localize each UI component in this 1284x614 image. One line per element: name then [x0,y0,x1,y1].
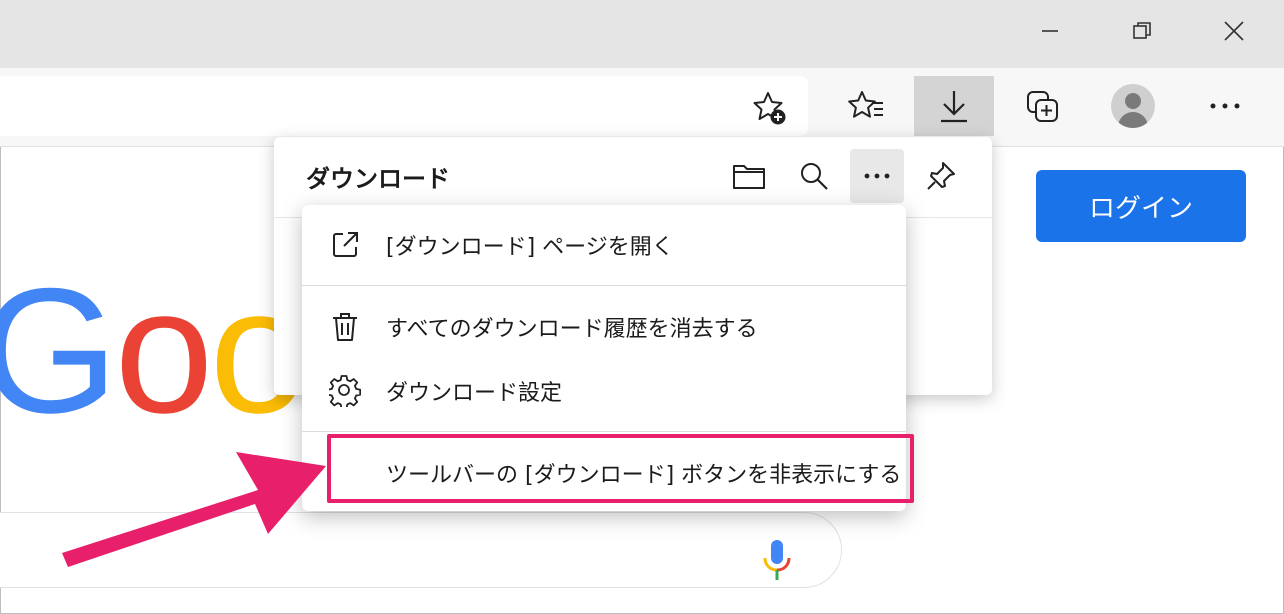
trash-icon [328,310,362,344]
title-bar [0,0,1284,68]
microphone-icon [763,540,791,580]
downloads-button[interactable] [914,76,994,136]
browser-toolbar [0,68,1284,147]
gear-icon [328,374,362,408]
downloads-panel-title: ダウンロード [306,165,450,193]
pin-button[interactable] [914,149,968,203]
minimize-icon [1042,30,1058,32]
more-icon [864,173,890,179]
open-folder-button[interactable] [722,149,776,203]
add-favorite-button[interactable] [748,88,792,128]
highlight-box [327,434,914,503]
google-logo: Goo [0,251,308,450]
menu-separator [302,431,906,432]
menu-item-label: すべてのダウンロード履歴を消去する [386,317,758,342]
voice-search-button[interactable] [760,538,794,586]
add-favorite-icon [753,92,786,125]
favorites-button[interactable] [827,76,907,136]
search-downloads-button[interactable] [787,149,841,203]
folder-icon [733,165,765,189]
menu-item-clear-history[interactable]: すべてのダウンロード履歴を消去する [302,297,906,357]
menu-item-open-downloads-page[interactable]: [ダウンロード] ページを開く [302,215,906,275]
favorites-icon [848,91,883,118]
open-external-icon [328,228,362,262]
menu-separator [302,285,906,286]
restore-icon [1133,22,1151,39]
more-icon [1210,103,1240,109]
restore-button[interactable] [1119,8,1165,54]
google-search-box[interactable] [0,512,842,588]
menu-item-label: ダウンロード設定 [386,381,563,406]
search-icon [801,163,828,190]
minimize-button[interactable] [1027,8,1073,54]
downloads-more-button[interactable] [850,149,904,203]
menu-item-download-settings[interactable]: ダウンロード設定 [302,361,906,421]
collections-button[interactable] [1003,76,1083,136]
close-button[interactable] [1211,8,1257,54]
profile-icon [1111,84,1155,128]
collections-icon [1027,91,1058,122]
address-bar[interactable] [0,76,808,136]
login-button[interactable]: ログイン [1036,170,1246,242]
close-icon [1224,21,1244,41]
menu-item-label: [ダウンロード] ページを開く [386,235,674,260]
pin-icon [927,162,955,190]
profile-button[interactable] [1093,76,1173,136]
more-button[interactable] [1185,76,1265,136]
downloads-icon [941,91,967,123]
